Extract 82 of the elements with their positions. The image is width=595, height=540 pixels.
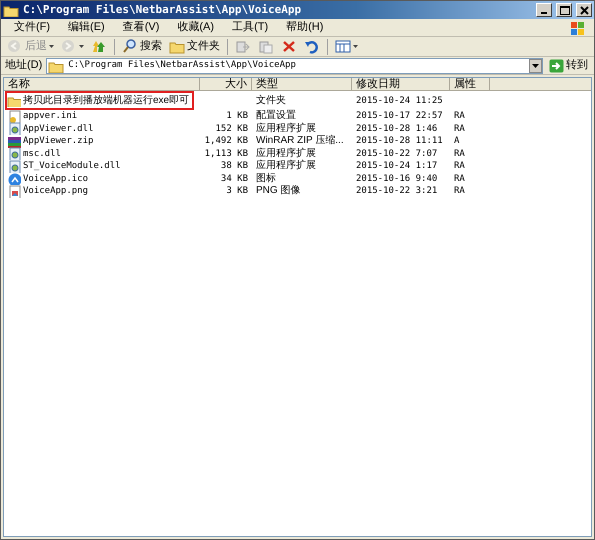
file-type: 配置设置 <box>256 110 296 122</box>
file-attributes: RA <box>454 161 465 172</box>
file-gear-icon <box>7 147 21 160</box>
modified-date: 2015-10-28 11:11 <box>356 136 443 146</box>
file-size: 3 KB <box>226 186 248 196</box>
menu-item[interactable]: 查看(V) <box>114 19 168 36</box>
dropdown-button[interactable] <box>529 58 542 72</box>
up-folder-icon <box>91 39 107 54</box>
modified-date: 2015-10-22 7:07 <box>356 148 438 159</box>
menu-item[interactable]: 编辑(E) <box>59 19 114 36</box>
toolbar-button[interactable]: 文件夹 <box>167 38 222 56</box>
file-attributes: RA <box>454 124 465 134</box>
file-type: PNG 图像 <box>256 185 300 196</box>
search-icon <box>122 39 138 54</box>
column-header[interactable]: 属性 <box>450 78 490 91</box>
menu-item[interactable]: 收藏(A) <box>168 19 224 36</box>
go-button[interactable]: 转到 <box>547 57 590 74</box>
column-header[interactable]: 名称 <box>4 78 200 91</box>
caret-icon <box>532 64 539 68</box>
address-field[interactable]: C:\Program Files\NetbarAssist\App\VoiceApp <box>46 58 543 74</box>
file-attributes: RA <box>454 174 465 184</box>
modified-date: 2015-10-16 9:40 <box>356 174 438 184</box>
file-name[interactable]: appver.ini <box>23 110 78 122</box>
caret-icon <box>79 44 84 48</box>
file-size: 34 KB <box>220 174 248 184</box>
file-attributes: A <box>454 136 460 146</box>
file-gear-icon <box>7 122 21 136</box>
file-type: 应用程序扩展 <box>256 148 316 159</box>
grid-icon <box>335 39 351 54</box>
file-size: 1 KB <box>226 111 248 122</box>
modified-date: 2015-10-22 3:21 <box>356 186 438 196</box>
close-icon <box>578 4 590 16</box>
file-type: 应用程序扩展 <box>256 160 316 172</box>
file-size: 38 KB <box>220 161 248 172</box>
file-name[interactable]: msc.dll <box>23 148 61 160</box>
modified-date: 2015-10-24 1:17 <box>356 161 438 172</box>
file-type: 应用程序扩展 <box>256 122 316 134</box>
file-size: 152 KB <box>215 124 248 134</box>
minimize-icon <box>541 12 547 14</box>
undo-icon <box>304 39 320 54</box>
close-button[interactable] <box>576 3 592 17</box>
file-gear-icon <box>7 160 21 173</box>
file-type: 图标 <box>256 172 276 184</box>
address-text: C:\Program Files\NetbarAssist\App\VoiceApp <box>68 58 297 72</box>
toolbar-button[interactable]: 搜索 <box>120 38 164 56</box>
menu-item[interactable]: 文件(F) <box>5 19 60 36</box>
modified-date: 2015-10-24 11:25 <box>356 96 443 106</box>
file-type: 文件夹 <box>256 94 286 106</box>
caret-icon <box>353 44 358 48</box>
file-size: 1,492 KB <box>204 136 248 146</box>
maximize-button[interactable] <box>556 3 572 17</box>
stacked-books-icon <box>7 134 21 148</box>
menu-item[interactable]: 帮助(H) <box>277 19 332 36</box>
file-name[interactable]: VoiceApp.ico <box>23 172 88 185</box>
file-size: 1,113 KB <box>204 148 248 159</box>
file-attributes: RA <box>454 111 465 122</box>
column-header[interactable]: 大小 <box>200 78 252 91</box>
settings-file-icon <box>7 110 21 123</box>
file-attributes: RA <box>454 186 465 196</box>
minimize-button[interactable] <box>536 3 552 17</box>
file-type: WinRAR ZIP 压缩... <box>256 135 344 146</box>
copy-icon <box>258 39 274 54</box>
address-label: 地址(D) <box>5 58 42 74</box>
round-app-icon <box>7 172 21 186</box>
menu-item[interactable]: 工具(T) <box>223 19 278 36</box>
move-icon <box>235 39 251 54</box>
modified-date: 2015-10-28 1:46 <box>356 124 438 134</box>
maximize-icon <box>558 4 570 16</box>
file-name[interactable]: AppViewer.dll <box>23 122 94 135</box>
file-name[interactable]: AppViewer.zip <box>23 135 94 148</box>
file-name[interactable]: 拷贝此目录到播放端机器运行exe即可 <box>23 94 190 106</box>
toolbar-button[interactable] <box>333 38 360 56</box>
close-icon <box>281 39 297 54</box>
file-name[interactable]: VoiceApp.png <box>23 185 88 198</box>
caret-icon <box>49 44 54 48</box>
file-name[interactable]: ST_VoiceModule.dll <box>23 160 121 172</box>
modified-date: 2015-10-17 22:57 <box>356 111 443 122</box>
image-file-icon <box>7 184 21 198</box>
column-header[interactable]: 修改日期 <box>352 78 450 91</box>
column-header[interactable]: 类型 <box>252 78 352 91</box>
file-attributes: RA <box>454 148 465 159</box>
window-title: C:\Program Files\NetbarAssist\App\VoiceApp <box>23 2 302 18</box>
